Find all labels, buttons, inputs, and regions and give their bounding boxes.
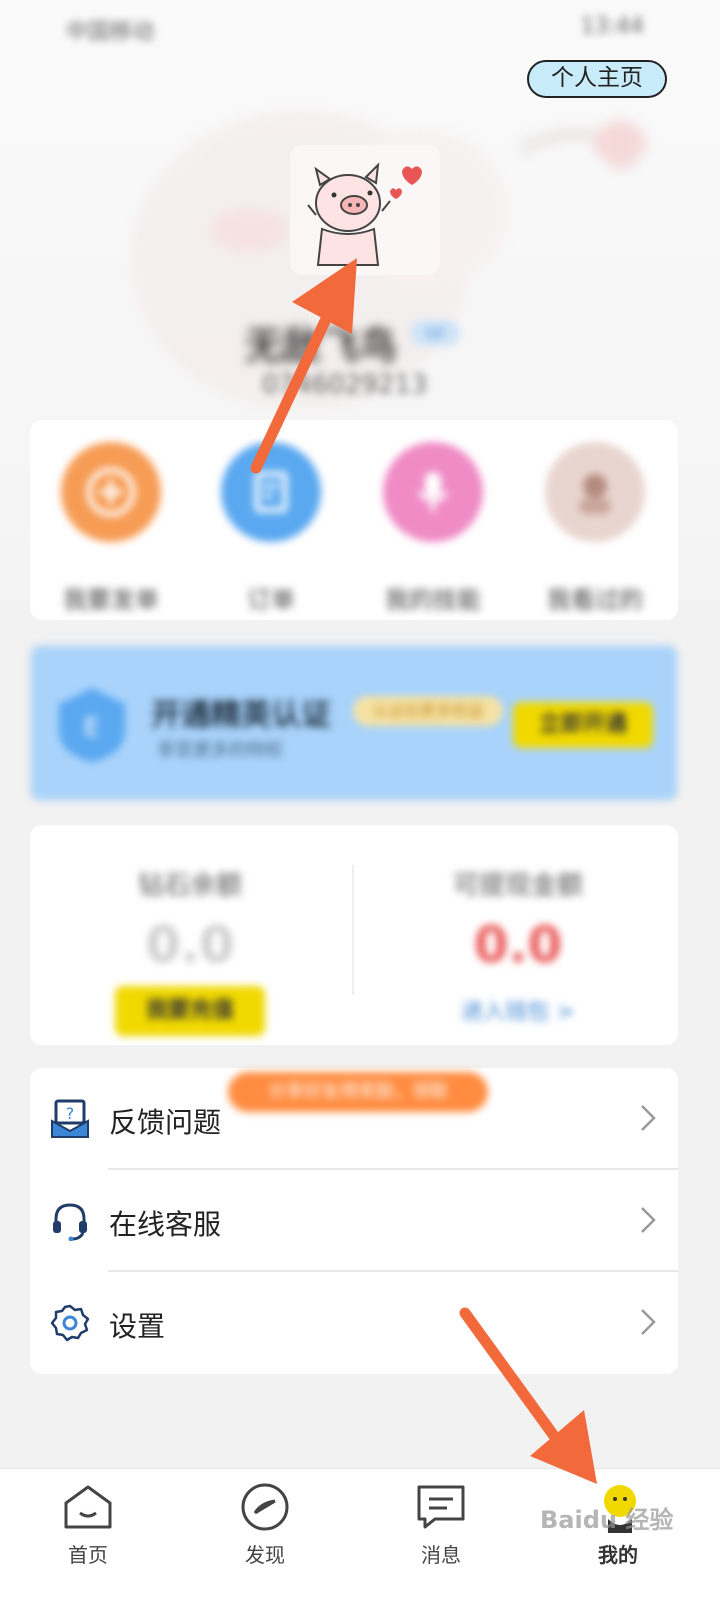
home-icon xyxy=(60,1479,116,1535)
vip-open-button[interactable]: 立即开通 xyxy=(513,702,653,748)
personal-homepage-button[interactable]: 个人主页 xyxy=(527,60,667,98)
document-icon xyxy=(221,442,321,542)
watermark: Baidu 经验 xyxy=(540,1506,674,1534)
quick-action-label: 我的技能 xyxy=(385,586,481,614)
quick-actions-card: 我要发单 订单 我的技能 我看过的 xyxy=(30,420,678,620)
svg-text:E: E xyxy=(84,713,100,743)
menu-card: ? 反馈问题 在线客服 设置 xyxy=(30,1068,678,1374)
quick-action-orders[interactable]: 订单 xyxy=(206,442,336,615)
quick-action-label: 我看过的 xyxy=(547,586,643,614)
vip-tag: 认证后更多权益 xyxy=(353,696,503,726)
enter-wallet-link[interactable]: 进入钱包 > xyxy=(388,994,648,1026)
shield-icon: E xyxy=(55,684,129,764)
withdraw-value: 0.0 xyxy=(473,916,563,974)
user-name: 无敌飞鸟 xyxy=(245,324,398,368)
withdraw-label: 可提现金额 xyxy=(452,871,583,901)
message-icon xyxy=(413,1479,469,1535)
feedback-icon: ? xyxy=(50,1099,90,1139)
menu-label: 设置 xyxy=(109,1310,166,1343)
quick-action-viewed[interactable]: 我看过的 xyxy=(530,442,660,615)
photo-icon xyxy=(545,442,645,542)
chevron-right-icon xyxy=(640,1308,656,1336)
user-id: 0746029213 xyxy=(262,370,428,400)
diamond-balance-value: 0.0 xyxy=(145,916,235,974)
vip-subtitle: 享受更多的特权 xyxy=(157,740,283,761)
clock-text: 13:44 xyxy=(580,14,644,39)
compass-icon xyxy=(237,1479,293,1535)
menu-item-settings[interactable]: 设置 xyxy=(30,1272,678,1374)
gear-icon xyxy=(50,1303,90,1343)
plus-icon xyxy=(61,442,161,542)
tab-home[interactable]: 首页 xyxy=(28,1479,148,1568)
chevron-right-icon xyxy=(640,1206,656,1234)
carrier-text: 中国移动 xyxy=(66,20,155,45)
wallet-card: 钻石余额 0.0 我要充值 可提现金额 0.0 进入钱包 > xyxy=(30,825,678,1045)
withdraw-section: 可提现金额 0.0 进入钱包 > xyxy=(388,865,648,1026)
headset-icon xyxy=(50,1201,90,1242)
menu-label: 在线客服 xyxy=(109,1208,222,1241)
promo-pill[interactable]: 分享好友得奖励，领取 xyxy=(228,1072,488,1112)
svg-text:?: ? xyxy=(66,1104,75,1123)
diamond-balance-section: 钻石余额 0.0 我要充值 xyxy=(60,865,320,1036)
avatar[interactable] xyxy=(290,145,440,275)
tab-label: 我的 xyxy=(598,1543,638,1567)
quick-action-label: 我要发单 xyxy=(63,586,159,614)
quick-action-my-skills[interactable]: 我的技能 xyxy=(368,442,498,615)
tab-label: 首页 xyxy=(68,1543,108,1567)
menu-label: 反馈问题 xyxy=(109,1106,222,1139)
recharge-button[interactable]: 我要充值 xyxy=(115,986,265,1036)
quick-action-post-order[interactable]: 我要发单 xyxy=(46,442,176,615)
tab-messages[interactable]: 消息 xyxy=(381,1479,501,1568)
microphone-icon xyxy=(383,442,483,542)
tab-discover[interactable]: 发现 xyxy=(205,1479,325,1568)
vip-certification-banner[interactable]: E 开通精英认证 认证后更多权益 享受更多的特权 立即开通 xyxy=(30,645,678,801)
status-bar: 中国移动 13:44 xyxy=(0,0,720,56)
quick-action-label: 订单 xyxy=(247,586,295,614)
menu-item-online-service[interactable]: 在线客服 xyxy=(30,1170,678,1272)
tab-label: 发现 xyxy=(245,1543,285,1567)
vip-title: 开通精英认证 xyxy=(151,698,331,733)
wallet-divider xyxy=(352,865,354,995)
user-level-badge: LV xyxy=(410,320,460,346)
tab-label: 消息 xyxy=(421,1543,461,1567)
chevron-right-icon xyxy=(640,1104,656,1132)
diamond-balance-label: 钻石余额 xyxy=(137,871,242,901)
